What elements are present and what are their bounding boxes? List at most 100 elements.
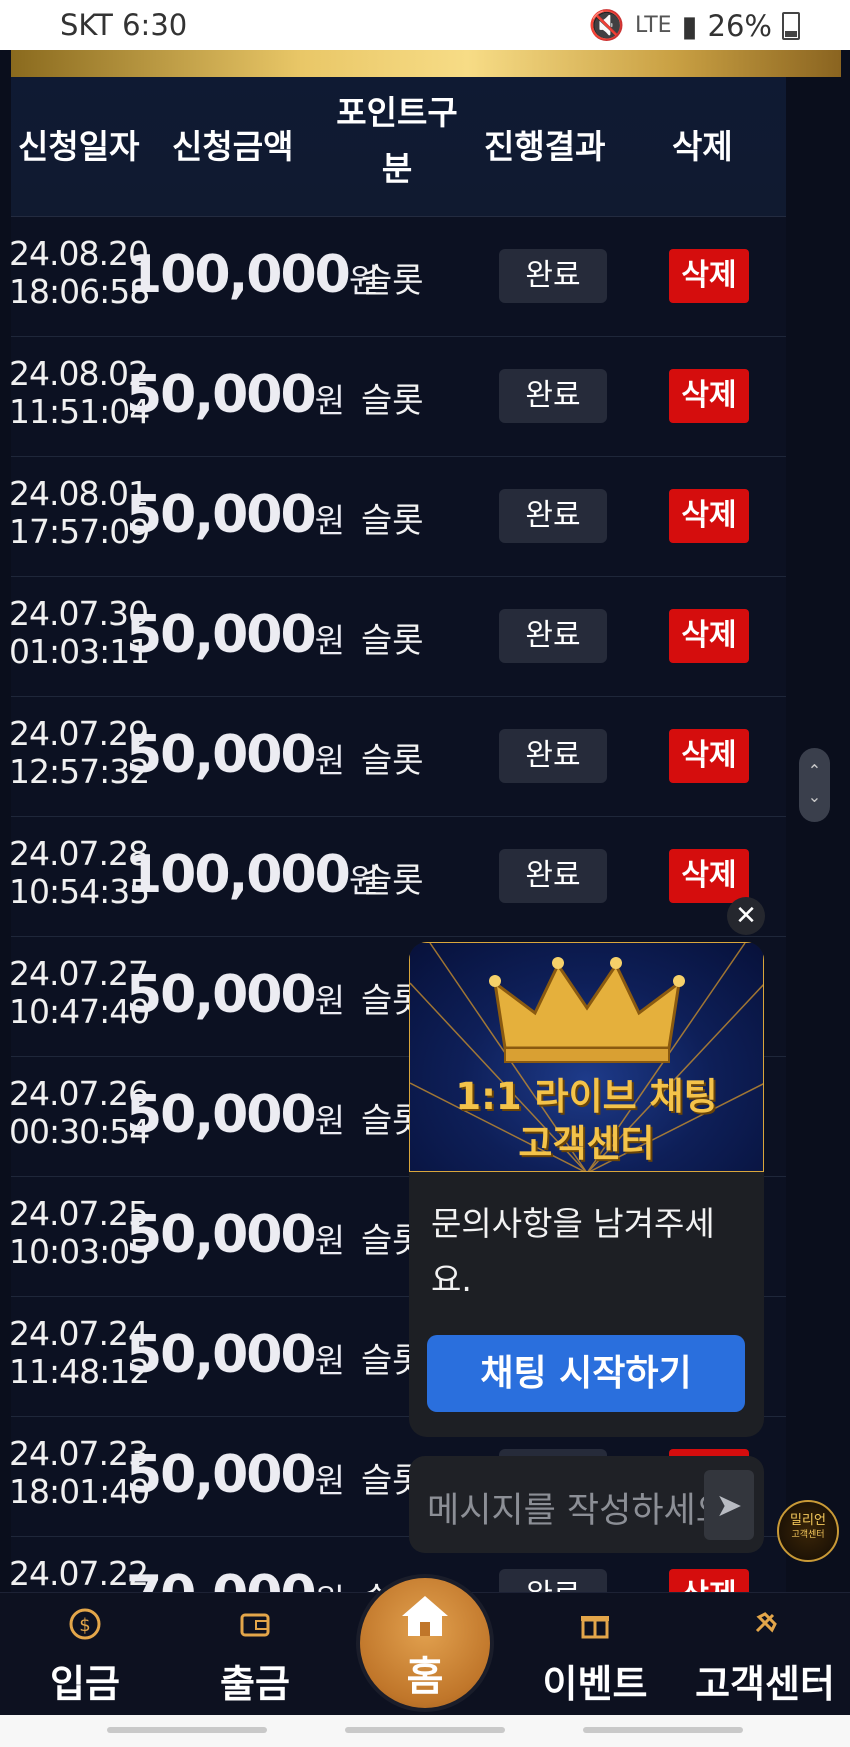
row-delete-button[interactable]: 삭제 xyxy=(669,249,749,303)
header-point-type-line2: 분 xyxy=(381,149,413,188)
table-row: 24.08.02 11:51:04 50,000원 슬롯 완료 삭제 xyxy=(11,337,786,457)
nav-withdraw-label: 출금 xyxy=(220,1662,290,1706)
row-delete-button[interactable]: 삭제 xyxy=(669,369,749,423)
row-delete-button[interactable]: 삭제 xyxy=(669,729,749,783)
nav-event[interactable]: 이벤트 xyxy=(530,1593,660,1716)
row-amount: 50,000원 xyxy=(126,365,345,425)
nav-deposit-label: 입금 xyxy=(50,1662,120,1706)
scroll-handle[interactable]: ⌃ ⌄ xyxy=(799,748,830,822)
crown-icon xyxy=(489,957,685,1063)
svg-text:$: $ xyxy=(79,1615,90,1636)
row-amount: 50,000원 xyxy=(126,1325,345,1385)
back-handle[interactable] xyxy=(583,1727,743,1733)
row-status-badge: 완료 xyxy=(499,489,607,543)
row-delete-button[interactable]: 삭제 xyxy=(669,609,749,663)
wallet-icon xyxy=(240,1613,270,1637)
home-handle[interactable] xyxy=(345,1727,505,1733)
battery-icon xyxy=(782,11,800,40)
chevron-up-icon: ⌃ xyxy=(807,761,822,780)
gold-header-banner xyxy=(11,50,841,77)
carrier-time: SKT 6:30 xyxy=(60,8,188,42)
nav-home-label: 홈 xyxy=(406,1654,444,1700)
row-amount: 50,000원 xyxy=(126,725,345,785)
row-delete-button[interactable]: 삭제 xyxy=(669,849,749,903)
header-date: 신청일자 xyxy=(18,127,140,166)
battery-text: 26% xyxy=(707,8,772,43)
chat-input[interactable]: 메시지를 작성하세요 ➤ xyxy=(409,1456,764,1553)
status-icons: 🔇 LTE ▮ 26% xyxy=(589,8,800,43)
row-amount-unit: 원 xyxy=(315,1581,345,1592)
row-amount-value: 70,000 xyxy=(126,1565,317,1592)
row-amount-unit: 원 xyxy=(314,1221,346,1260)
row-amount-unit: 원 xyxy=(314,1101,346,1140)
send-icon[interactable]: ➤ xyxy=(704,1470,754,1540)
coin-icon: $ xyxy=(69,1608,101,1640)
row-point-type: 슬롯 xyxy=(361,741,424,781)
row-amount-unit: 원 xyxy=(314,501,346,540)
row-amount: 50,000원 xyxy=(126,1205,345,1265)
row-amount-unit: 원 xyxy=(314,381,346,420)
row-amount-value: 50,000 xyxy=(126,1085,317,1145)
row-amount-value: 50,000 xyxy=(126,725,317,785)
row-amount-value: 50,000 xyxy=(126,1325,317,1385)
row-delete-button[interactable]: 삭제 xyxy=(669,489,749,543)
row-point-type: 슬롯 xyxy=(361,501,424,541)
network-label: LTE xyxy=(634,13,672,38)
chat-popup: 1:1 라이브 채팅 고객센터 문의사항을 남겨주세요. 채팅 시작하기 xyxy=(409,942,764,1437)
support-badge[interactable]: 밀리언 고객센터 xyxy=(777,1500,839,1562)
row-amount-unit: 원 xyxy=(314,741,346,780)
home-icon xyxy=(402,1596,448,1636)
row-amount-value: 100,000 xyxy=(126,845,351,905)
row-delete-button[interactable]: 삭제 xyxy=(669,1569,749,1592)
row-status-badge: 완료 xyxy=(499,609,607,663)
row-amount: 50,000원 xyxy=(126,965,345,1025)
row-amount-unit: 원 xyxy=(314,1461,346,1500)
row-status-badge: 완료 xyxy=(499,729,607,783)
table-row: 24.08.20 18:06:58 100,000원 슬롯 완료 삭제 xyxy=(11,217,786,337)
nav-home-button[interactable]: 홈 xyxy=(360,1578,490,1708)
chevron-down-icon: ⌄ xyxy=(807,787,822,806)
header-point-type: 포인트구 분 xyxy=(326,85,468,197)
row-amount: 70,000원 xyxy=(126,1565,345,1592)
row-amount-value: 50,000 xyxy=(126,1445,317,1505)
row-point-type: 슬롯 xyxy=(361,861,424,901)
row-status-badge: 완료 xyxy=(499,369,607,423)
row-amount-value: 100,000 xyxy=(126,245,351,305)
nav-support-label: 고객센터 xyxy=(695,1662,835,1706)
support-badge-line1: 밀리언 xyxy=(790,1513,826,1528)
row-amount-value: 50,000 xyxy=(126,365,317,425)
table-row: 24.07.29 12:57:32 50,000원 슬롯 완료 삭제 xyxy=(11,697,786,817)
row-amount: 50,000원 xyxy=(126,485,345,545)
row-amount: 50,000원 xyxy=(126,605,345,665)
nav-support[interactable]: 고객센터 xyxy=(685,1593,845,1716)
table-row: 24.07.30 01:03:11 50,000원 슬롯 완료 삭제 xyxy=(11,577,786,697)
table-row: 24.08.01 17:57:09 50,000원 슬롯 완료 삭제 xyxy=(11,457,786,577)
row-amount: 100,000원 xyxy=(126,245,379,305)
row-amount-value: 50,000 xyxy=(126,1205,317,1265)
row-amount-unit: 원 xyxy=(314,621,346,660)
gift-icon xyxy=(581,1616,609,1639)
support-badge-line2: 고객센터 xyxy=(791,1530,825,1540)
chat-input-placeholder[interactable]: 메시지를 작성하세요 xyxy=(427,1482,717,1533)
nav-withdraw[interactable]: 출금 xyxy=(200,1593,310,1716)
chat-message: 문의사항을 남겨주세요. xyxy=(431,1204,715,1299)
chat-close-button[interactable]: ✕ xyxy=(727,897,765,935)
header-result: 진행결과 xyxy=(484,127,606,166)
header-amount: 신청금액 xyxy=(172,127,294,166)
signal-icon: ▮ xyxy=(681,8,698,43)
header-point-type-line1: 포인트구 xyxy=(336,93,458,132)
row-status-badge: 완료 xyxy=(499,249,607,303)
nav-deposit[interactable]: $ 입금 xyxy=(30,1593,140,1716)
nav-event-label: 이벤트 xyxy=(542,1662,648,1706)
recent-apps-handle[interactable] xyxy=(107,1727,267,1733)
status-bar: SKT 6:30 🔇 LTE ▮ 26% xyxy=(0,0,850,50)
row-status-badge: 완료 xyxy=(499,1569,607,1592)
row-point-type: 슬롯 xyxy=(361,621,424,661)
row-amount: 50,000원 xyxy=(126,1085,345,1145)
row-amount-unit: 원 xyxy=(314,1341,346,1380)
start-chat-button[interactable]: 채팅 시작하기 xyxy=(427,1335,745,1412)
row-amount-unit: 원 xyxy=(314,981,346,1020)
chat-banner: 1:1 라이브 채팅 고객센터 xyxy=(409,942,764,1172)
table-row: 24.07.28 10:54:35 100,000원 슬롯 완료 삭제 xyxy=(11,817,786,937)
system-gesture-bar xyxy=(0,1715,850,1747)
